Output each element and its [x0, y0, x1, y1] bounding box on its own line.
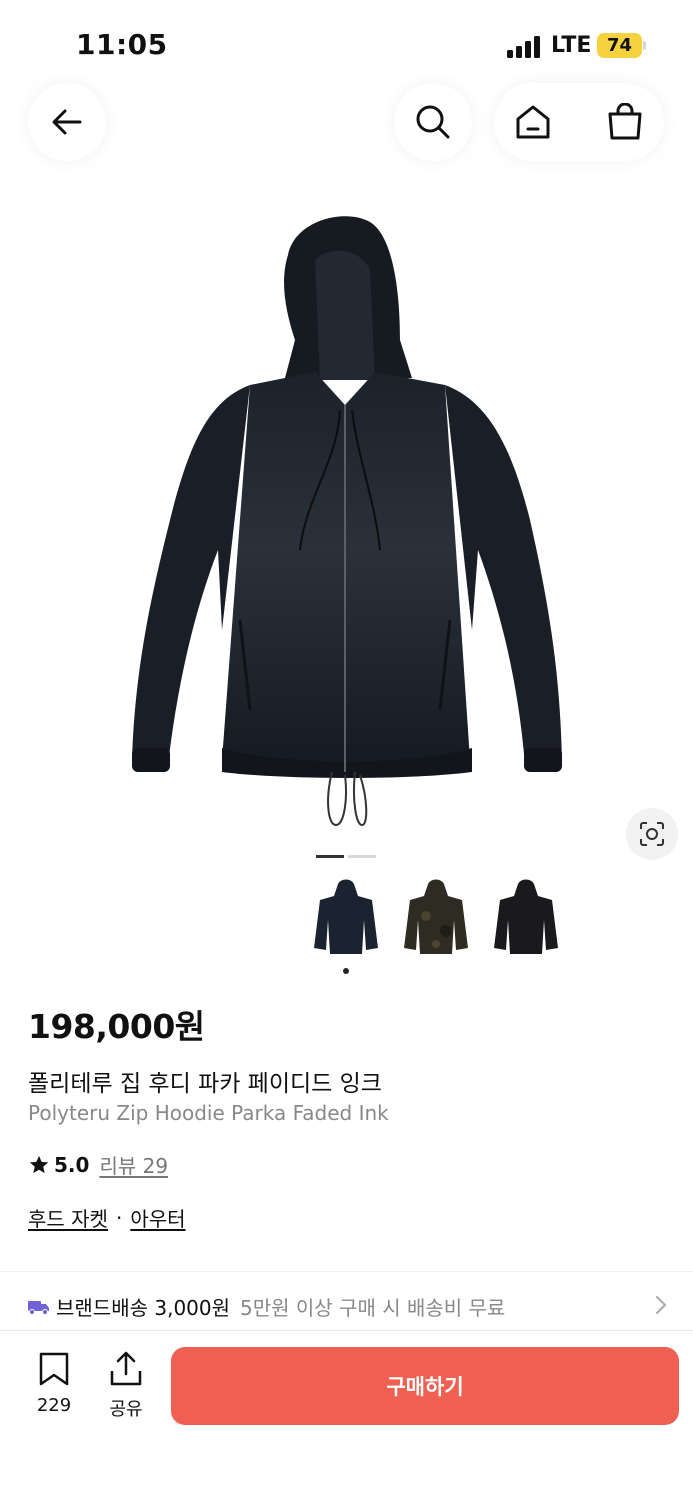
product-image[interactable]	[100, 200, 593, 840]
truck-icon	[28, 1300, 49, 1315]
arrow-left-icon	[52, 109, 82, 135]
star-icon	[29, 1155, 49, 1173]
thumbnail-2[interactable]	[396, 876, 476, 964]
thumbnail-1[interactable]	[306, 876, 386, 964]
hoodie-illustration	[132, 216, 562, 827]
shipping-info-row[interactable]: 브랜드배송 3,000원 5만원 이상 구매 시 배송비 무료	[28, 1292, 668, 1321]
rating-row: 5.0 리뷰 29	[28, 1150, 168, 1179]
hoodie-thumbnail	[314, 879, 378, 954]
pager-indicator-active	[316, 855, 344, 858]
shipping-label: 브랜드배송 3,000원	[56, 1296, 231, 1320]
battery-nub	[643, 41, 646, 50]
battery-indicator: 74	[597, 33, 642, 58]
chevron-right-icon	[656, 1296, 667, 1314]
category-link-outer[interactable]: 아우터	[130, 1203, 185, 1232]
share-icon	[110, 1351, 142, 1386]
home-icon	[516, 105, 550, 139]
category-separator: ·	[115, 1205, 123, 1230]
status-bar: 11:05 LTE 74	[0, 0, 693, 90]
bottom-action-bar: 229 공유 구매하기	[0, 1331, 693, 1500]
bookmark-count: 229	[36, 1395, 72, 1416]
product-name-ko: 폴리테루 집 후디 파카 페이디드 잉크	[28, 1071, 382, 1097]
share-button[interactable]: 공유	[100, 1351, 152, 1421]
search-icon	[416, 105, 450, 139]
product-name-en: Polyteru Zip Hoodie Parka Faded Ink	[28, 1101, 389, 1125]
search-button[interactable]	[394, 83, 472, 161]
rating-value: 5.0	[54, 1152, 90, 1177]
hoodie-thumbnail	[494, 879, 558, 954]
hoodie-thumbnail	[404, 879, 468, 954]
back-button[interactable]	[28, 83, 106, 161]
lens-icon	[640, 822, 664, 846]
category-link-hood-jacket[interactable]: 후드 자켓	[28, 1203, 108, 1232]
share-label: 공유	[109, 1399, 143, 1420]
pager-indicator	[348, 855, 376, 858]
home-button[interactable]	[494, 83, 572, 161]
shopping-bag-icon	[608, 103, 642, 140]
divider	[0, 1271, 693, 1272]
status-time: 11:05	[76, 28, 168, 61]
category-breadcrumb: 후드 자켓 · 아우터	[28, 1203, 186, 1232]
cart-button[interactable]	[586, 83, 664, 161]
home-cart-group	[494, 83, 664, 161]
buy-button[interactable]: 구매하기	[171, 1347, 679, 1425]
product-price: 198,000원	[28, 1007, 205, 1046]
thumbnail-3[interactable]	[486, 876, 566, 964]
network-label: LTE	[551, 33, 592, 58]
image-search-button[interactable]	[626, 808, 678, 860]
review-link[interactable]: 리뷰 29	[99, 1150, 168, 1179]
shipping-condition: 5만원 이상 구매 시 배송비 무료	[240, 1296, 506, 1320]
bookmark-icon	[39, 1352, 69, 1386]
thumbnail-selected-dot	[343, 968, 349, 974]
signal-icon	[507, 36, 543, 58]
bookmark-button[interactable]: 229	[28, 1351, 80, 1416]
